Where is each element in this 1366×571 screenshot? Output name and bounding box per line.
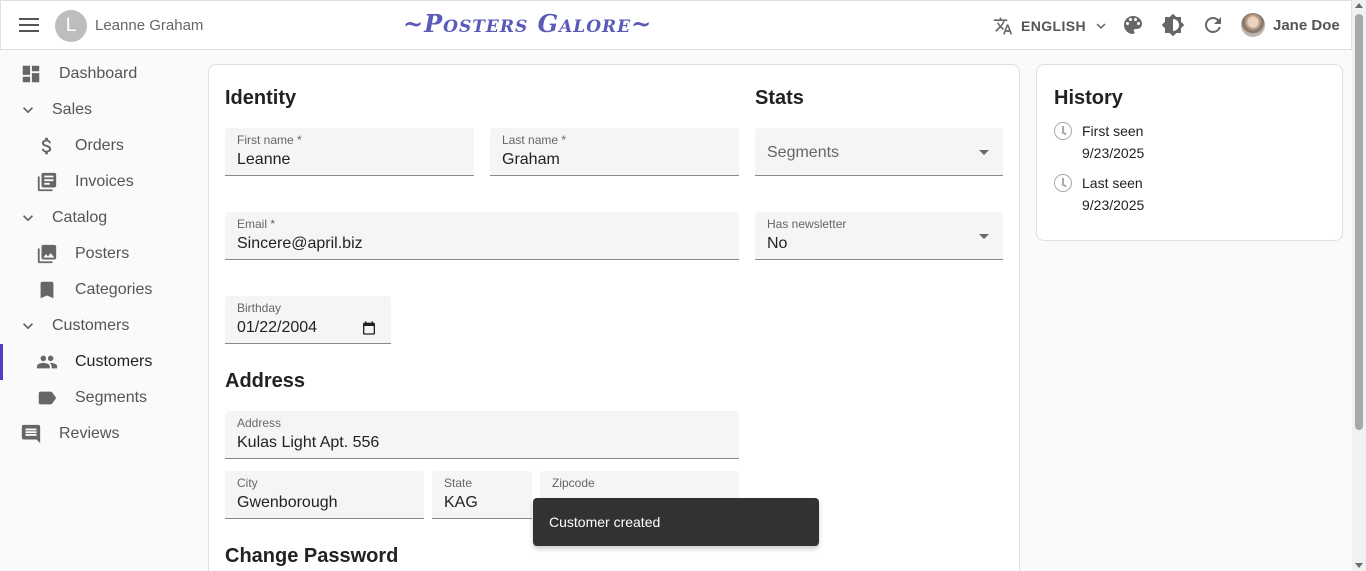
segments-select[interactable]: Segments [755, 128, 1003, 176]
sidebar-item-label: Invoices [75, 173, 134, 190]
chevron-down-icon [17, 207, 39, 229]
sidebar-item-segments[interactable]: Segments [0, 380, 200, 416]
app-logo: ~Posters Galore~ [403, 9, 653, 38]
field-label: Address [237, 416, 282, 430]
first-name-field[interactable]: First name * Leanne [225, 128, 474, 176]
record-title: Leanne Graham [95, 17, 204, 34]
label-icon [36, 387, 58, 409]
sidebar-item-label: Sales [52, 101, 93, 118]
sidebar-item-label: Posters [75, 245, 130, 262]
bookmark-icon [36, 279, 58, 301]
last-seen-entry: Last seen 9/23/2025 [1054, 172, 1144, 216]
scrollbar-thumb[interactable] [1355, 14, 1363, 430]
first-seen-entry: First seen 9/23/2025 [1054, 120, 1144, 164]
sidebar-item-label: Catalog [52, 209, 108, 226]
field-label: Last name * [502, 133, 567, 147]
calendar-icon[interactable] [361, 320, 377, 336]
sidebar-item-label: Dashboard [59, 65, 138, 82]
chevron-down-icon [1096, 23, 1106, 29]
first-seen-value: 9/23/2025 [1082, 145, 1145, 161]
change-password-section-title: Change Password [225, 545, 399, 567]
sidebar: Dashboard Sales Orders Invoices Catalog … [0, 56, 200, 452]
sidebar-item-label: Customers [52, 317, 130, 334]
field-label: Zipcode [552, 476, 595, 490]
dropdown-arrow-icon [979, 234, 989, 239]
has-newsletter-select[interactable]: Has newsletter No [755, 212, 1003, 260]
refresh-icon[interactable] [1201, 13, 1227, 39]
sidebar-item-posters[interactable]: Posters [0, 236, 200, 272]
field-value: 01/22/2004 [237, 319, 318, 336]
city-field[interactable]: City Gwenborough [225, 471, 424, 519]
scroll-up-arrow-icon[interactable] [1355, 3, 1363, 8]
field-value: Leanne [237, 151, 291, 168]
people-icon [36, 351, 58, 373]
stats-section-title: Stats [755, 87, 804, 109]
chevron-down-icon [17, 315, 39, 337]
field-label: First name * [237, 133, 302, 147]
theme-toggle-icon[interactable] [1161, 13, 1187, 39]
email-field[interactable]: Email * Sincere@april.biz [225, 212, 739, 260]
sidebar-group-customers[interactable]: Customers [0, 308, 200, 344]
sidebar-item-label: Segments [75, 389, 148, 406]
dashboard-icon [20, 63, 42, 85]
address-field[interactable]: Address Kulas Light Apt. 556 [225, 411, 739, 459]
invoices-icon [36, 171, 58, 193]
field-value: No [767, 235, 788, 252]
chevron-down-icon [17, 99, 39, 121]
page-scrollbar[interactable] [1352, 0, 1366, 571]
sidebar-item-invoices[interactable]: Invoices [0, 164, 200, 200]
field-value: KAG [444, 494, 478, 511]
state-field[interactable]: State KAG [432, 471, 532, 519]
sidebar-item-label: Orders [75, 137, 124, 154]
menu-icon[interactable] [19, 15, 41, 35]
language-label: ENGLISH [1021, 18, 1087, 34]
image-icon [36, 243, 58, 265]
field-label: Email * [237, 217, 276, 231]
last-seen-label: Last seen [1082, 175, 1143, 191]
snackbar-notification: Customer created [533, 498, 819, 546]
dropdown-arrow-icon [979, 150, 989, 155]
user-menu[interactable]: Jane Doe [1241, 13, 1340, 37]
sidebar-item-categories[interactable]: Categories [0, 272, 200, 308]
user-avatar [1241, 13, 1265, 37]
sidebar-item-reviews[interactable]: Reviews [0, 416, 200, 452]
comment-icon [20, 423, 42, 445]
field-value: Kulas Light Apt. 556 [237, 434, 380, 451]
field-label: Has newsletter [767, 217, 847, 231]
sidebar-group-sales[interactable]: Sales [0, 92, 200, 128]
identity-section-title: Identity [225, 87, 297, 109]
sidebar-item-label: Reviews [59, 425, 120, 442]
last-name-field[interactable]: Last name * Graham [490, 128, 739, 176]
sidebar-item-customers[interactable]: Customers [0, 344, 200, 380]
field-value: Graham [502, 151, 560, 168]
translate-icon [993, 17, 1013, 35]
sidebar-item-orders[interactable]: Orders [0, 128, 200, 164]
language-selector[interactable]: ENGLISH [993, 14, 1110, 38]
field-label: City [237, 476, 258, 490]
user-name: Jane Doe [1273, 16, 1340, 34]
address-section-title: Address [225, 370, 306, 392]
field-label: Birthday [237, 301, 282, 315]
customer-edit-form: Identity Stats First name * Leanne Last … [208, 64, 1020, 571]
field-value: Gwenborough [237, 494, 338, 511]
last-seen-value: 9/23/2025 [1082, 197, 1145, 213]
field-label: State [444, 476, 473, 490]
sidebar-item-dashboard[interactable]: Dashboard [0, 56, 200, 92]
clock-icon [1054, 122, 1072, 140]
sidebar-item-label: Customers [75, 353, 153, 370]
history-title: History [1054, 87, 1123, 109]
history-panel: History First seen 9/23/2025 Last seen 9… [1036, 64, 1343, 241]
sidebar-item-label: Categories [75, 281, 153, 298]
field-placeholder: Segments [767, 144, 840, 161]
clock-icon [1054, 174, 1072, 192]
palette-icon[interactable] [1121, 13, 1147, 39]
first-seen-label: First seen [1082, 123, 1144, 139]
field-value: Sincere@april.biz [237, 235, 363, 252]
dollar-icon [36, 135, 58, 157]
scroll-down-arrow-icon[interactable] [1355, 563, 1363, 568]
app-bar: L Leanne Graham ~Posters Galore~ ENGLISH… [0, 0, 1352, 50]
birthday-field[interactable]: Birthday 01/22/2004 [225, 296, 391, 344]
sidebar-group-catalog[interactable]: Catalog [0, 200, 200, 236]
avatar: L [55, 10, 87, 42]
